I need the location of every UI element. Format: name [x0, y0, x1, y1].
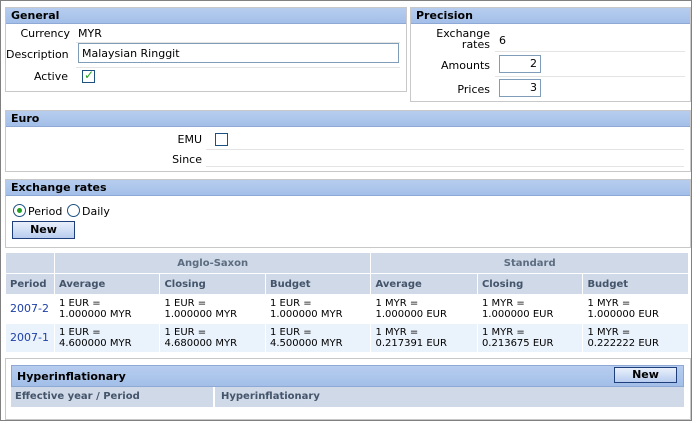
rate-cell: 1 MYR = 1.000000 EUR: [476, 294, 584, 324]
precision-header: Precision: [411, 8, 690, 24]
rate-cell: 1 MYR = 1.000000 EUR: [370, 294, 478, 324]
rate-cell: 1 EUR = 1.000000 MYR: [159, 294, 266, 324]
table-row: 2007-2 1 EUR = 1.000000 MYR 1 EUR = 1.0000…: [5, 294, 689, 324]
precision-panel: Precision Exchange rates 6 Amounts Price…: [410, 7, 691, 102]
exchange-rates-header: Exchange rates: [6, 180, 690, 196]
general-panel: General Currency MYR Description Active …: [5, 7, 407, 92]
general-header: General: [6, 8, 406, 24]
rate-cell: 1 EUR = 1.000000 MYR: [53, 294, 161, 324]
hyperinflationary-column-headers: Effective year / Period Hyperinflationar…: [11, 387, 684, 407]
daily-radio-label[interactable]: Daily: [82, 205, 110, 218]
emu-label: EMU: [177, 133, 203, 146]
new-exchange-rate-button[interactable]: New: [12, 221, 75, 239]
currency-value: MYR: [78, 27, 102, 40]
hyperinflationary-header-bar: Hyperinflationary New: [11, 365, 684, 387]
description-label: Description: [6, 48, 69, 61]
amounts-input[interactable]: [499, 55, 541, 73]
active-checkbox[interactable]: ✓: [82, 68, 95, 83]
rate-cell: 1 EUR = 4.600000 MYR: [53, 323, 161, 353]
exchange-rates-panel: Exchange rates Period Daily New: [5, 179, 691, 248]
radio-selected-dot: [17, 208, 22, 213]
emu-checkbox[interactable]: [215, 133, 228, 146]
column-header-standard-closing: Closing: [476, 273, 584, 295]
standard-group-header: Standard: [370, 252, 689, 274]
hyperinflationary-title: Hyperinflationary: [17, 370, 126, 383]
column-header-average: Average: [53, 273, 161, 295]
exchange-rates-precision-value: 6: [499, 34, 506, 47]
column-header-period: Period: [5, 273, 55, 295]
active-label: Active: [33, 70, 68, 83]
table-row: 2007-1 1 EUR = 4.600000 MYR 1 EUR = 4.6800…: [5, 323, 689, 353]
since-label: Since: [172, 153, 202, 166]
amounts-label: Amounts: [441, 59, 490, 72]
hyperinflationary-panel: Hyperinflationary New Effective year / P…: [5, 358, 691, 420]
euro-header: Euro: [6, 111, 690, 127]
rate-cell: 1 EUR = 1.000000 MYR: [264, 294, 372, 324]
column-header-budget: Budget: [264, 273, 372, 295]
prices-input[interactable]: [499, 79, 541, 97]
rate-cell: 1 MYR = 0.217391 EUR: [370, 323, 478, 353]
period-link[interactable]: 2007-2: [10, 302, 49, 315]
rate-cell: 1 MYR = 1.000000 EUR: [582, 294, 689, 324]
daily-radio[interactable]: [67, 204, 80, 217]
rate-cell: 1 MYR = 0.222222 EUR: [582, 323, 689, 353]
rate-cell: 1 EUR = 4.680000 MYR: [159, 323, 266, 353]
column-header-standard-budget: Budget: [582, 273, 689, 295]
description-input[interactable]: [78, 43, 399, 63]
currency-label: Currency: [20, 27, 70, 40]
checkmark-icon: ✓: [84, 68, 95, 82]
column-header-effective-year: Effective year / Period: [15, 391, 140, 402]
exchange-rates-table: Anglo-Saxon Standard Period Average Clos…: [5, 252, 689, 353]
column-header-closing: Closing: [159, 273, 266, 295]
period-radio-label[interactable]: Period: [28, 205, 62, 218]
euro-panel: Euro EMU Since: [5, 110, 691, 172]
column-header-standard-average: Average: [370, 273, 478, 295]
anglo-saxon-group-header: Anglo-Saxon: [53, 252, 372, 274]
exchange-rates-precision-label: Exchange rates: [436, 27, 490, 51]
rate-cell: 1 MYR = 0.213675 EUR: [476, 323, 584, 353]
prices-label: Prices: [457, 83, 490, 96]
rates-table-panel: Anglo-Saxon Standard Period Average Clos…: [5, 252, 689, 353]
new-hyperinflationary-button[interactable]: New: [614, 367, 677, 383]
column-header-hyperinflationary: Hyperinflationary: [221, 391, 320, 402]
period-link[interactable]: 2007-1: [10, 331, 49, 344]
period-radio[interactable]: [13, 204, 26, 217]
rate-cell: 1 EUR = 4.500000 MYR: [264, 323, 372, 353]
